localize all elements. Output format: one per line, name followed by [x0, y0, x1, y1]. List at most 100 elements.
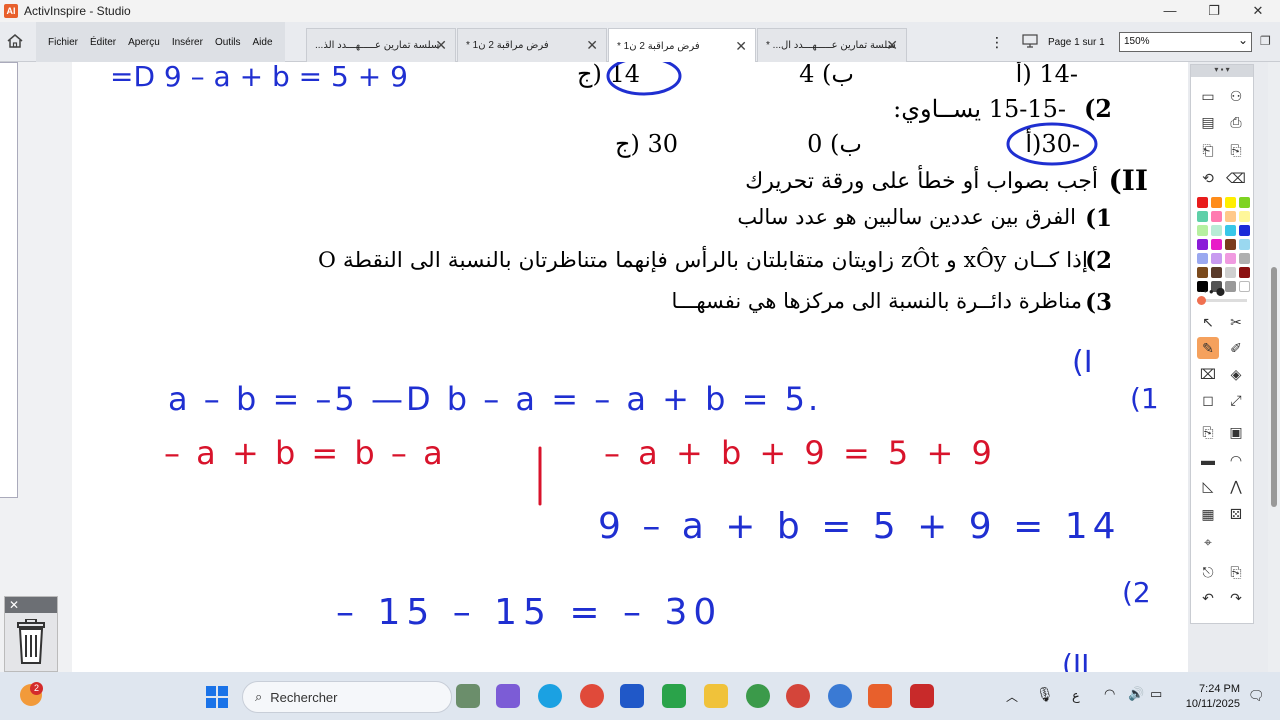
- store-icon[interactable]: [620, 684, 644, 708]
- scroll-thumb[interactable]: [1271, 267, 1277, 507]
- chrome-profile-icon[interactable]: [786, 684, 810, 708]
- edge-icon[interactable]: [538, 684, 562, 708]
- document-tab[interactable]: * ...سلسة تمارين عـــــهـــدد ال ✕: [757, 28, 907, 62]
- main-menu-icon[interactable]: ▭: [1197, 85, 1219, 107]
- camera-icon[interactable]: ⎙: [1225, 111, 1247, 133]
- color-swatch[interactable]: [1225, 267, 1236, 278]
- color-swatch[interactable]: [1211, 225, 1222, 236]
- page-edit-icon[interactable]: ⎘: [1225, 561, 1247, 583]
- battery-icon[interactable]: ▭: [1150, 686, 1162, 702]
- shape-icon[interactable]: ◻: [1197, 389, 1219, 411]
- close-button[interactable]: ✕: [1236, 0, 1280, 22]
- chrome-icon[interactable]: [580, 684, 604, 708]
- more-options-icon[interactable]: ⋮: [990, 34, 1004, 51]
- color-swatch[interactable]: [1197, 197, 1208, 208]
- user-icon[interactable]: ⚇: [1225, 85, 1247, 107]
- zoom-select[interactable]: 150% ⌄: [1119, 32, 1252, 52]
- dice-icon[interactable]: ⚄: [1225, 503, 1247, 525]
- notifications-icon[interactable]: 🗨: [1248, 688, 1265, 704]
- color-swatch[interactable]: [1197, 267, 1208, 278]
- taskview-icon[interactable]: [456, 684, 480, 708]
- tab-close-icon[interactable]: ✕: [586, 37, 598, 54]
- color-swatch[interactable]: [1211, 239, 1222, 250]
- image-icon[interactable]: ▣: [1225, 421, 1247, 443]
- document-tab[interactable]: ...سلسة تمارين عـــــهـــدد الذ ✕: [306, 28, 456, 62]
- pages-icon[interactable]: ⎘: [1197, 421, 1219, 443]
- color-swatch[interactable]: [1239, 225, 1250, 236]
- eraser-icon[interactable]: ⌧: [1197, 363, 1219, 385]
- color-swatch[interactable]: [1239, 281, 1250, 292]
- color-swatch[interactable]: [1239, 197, 1250, 208]
- window-restore-icon[interactable]: ❐: [1260, 34, 1271, 48]
- page-prev-icon[interactable]: ⎗: [1197, 139, 1219, 161]
- color-swatch[interactable]: [1239, 253, 1250, 264]
- volume-icon[interactable]: 🔊: [1128, 686, 1144, 702]
- compass-icon[interactable]: ⋀: [1225, 475, 1247, 497]
- connector-icon[interactable]: ⤢: [1225, 389, 1247, 411]
- page-reset-icon[interactable]: ⎋: [1197, 561, 1219, 583]
- page-browser-icon[interactable]: [1022, 33, 1038, 51]
- color-swatch[interactable]: [1225, 225, 1236, 236]
- folder-icon[interactable]: [704, 684, 728, 708]
- windows-start-icon[interactable]: [206, 686, 228, 708]
- highlighter-icon[interactable]: ✐: [1225, 337, 1247, 359]
- tab-close-icon[interactable]: ✕: [435, 37, 447, 54]
- reset-page-icon[interactable]: ⟲: [1197, 167, 1219, 189]
- color-swatch[interactable]: [1225, 211, 1236, 222]
- ruler-icon[interactable]: ▬: [1197, 449, 1219, 471]
- undo-icon[interactable]: ↶: [1197, 587, 1219, 609]
- wifi-icon[interactable]: ◠: [1104, 686, 1115, 702]
- flipchart-canvas[interactable]: =D 9 – a + b = 5 + 9 14 (ج ب) 4 -14 (أ 2…: [72, 62, 1188, 672]
- color-swatch[interactable]: [1211, 267, 1222, 278]
- color-swatch[interactable]: [1225, 253, 1236, 264]
- chrome-profile-icon[interactable]: [746, 684, 770, 708]
- home-icon[interactable]: [4, 30, 26, 52]
- color-swatch[interactable]: [1225, 281, 1236, 292]
- activinspire-taskbar-icon[interactable]: [868, 684, 892, 708]
- menu-fichier[interactable]: Fichier: [48, 37, 78, 48]
- menu-apercu[interactable]: Aperçu: [128, 37, 160, 48]
- menu-inserer[interactable]: Insérer: [172, 37, 203, 48]
- color-swatch[interactable]: [1239, 211, 1250, 222]
- color-swatch[interactable]: [1239, 239, 1250, 250]
- chevron-up-icon[interactable]: ︿: [1006, 688, 1018, 705]
- color-swatch[interactable]: [1197, 253, 1208, 264]
- tools-icon[interactable]: ✂: [1225, 311, 1247, 333]
- trash-panel[interactable]: ✕: [4, 596, 58, 672]
- language-indicator[interactable]: ع: [1072, 688, 1080, 704]
- width-slider[interactable]: [1197, 296, 1247, 305]
- tab-close-icon[interactable]: ✕: [886, 37, 898, 54]
- spotlight-icon[interactable]: ⌖: [1197, 531, 1219, 553]
- taskbar-search[interactable]: ⌕ Rechercher: [242, 681, 452, 713]
- toolbox-header[interactable]: ▾ ▪ ▾: [1191, 65, 1253, 77]
- color-swatch[interactable]: [1239, 267, 1250, 278]
- color-swatch[interactable]: [1211, 253, 1222, 264]
- fill-icon[interactable]: ◈: [1225, 363, 1247, 385]
- vertical-scrollbar[interactable]: [1268, 62, 1280, 672]
- minimize-button[interactable]: —: [1148, 0, 1192, 22]
- color-swatch[interactable]: [1197, 225, 1208, 236]
- page-next-icon[interactable]: ⎘: [1225, 139, 1247, 161]
- close-icon[interactable]: ✕: [5, 597, 57, 613]
- microphone-icon[interactable]: 🎙: [1036, 686, 1054, 703]
- side-panel-collapsed[interactable]: [0, 62, 18, 498]
- color-swatch[interactable]: [1197, 239, 1208, 250]
- color-swatch[interactable]: [1211, 197, 1222, 208]
- color-swatch[interactable]: [1225, 239, 1236, 250]
- chrome-profile-icon[interactable]: [828, 684, 852, 708]
- select-icon[interactable]: ↖: [1197, 311, 1219, 333]
- pen-icon[interactable]: ✎: [1197, 337, 1219, 359]
- calculator-icon[interactable]: ▦: [1197, 503, 1219, 525]
- clear-icon[interactable]: ⌫: [1225, 167, 1247, 189]
- document-tab[interactable]: * فرض مراقبة 2 ن1 ✕: [457, 28, 607, 62]
- menu-outils[interactable]: Outils: [215, 37, 241, 48]
- redo-icon[interactable]: ↷: [1225, 587, 1247, 609]
- menu-editer[interactable]: Éditer: [90, 37, 116, 48]
- color-swatch[interactable]: [1197, 211, 1208, 222]
- trash-icon[interactable]: [5, 619, 57, 665]
- document-tab-active[interactable]: * فرض مراقبة 2 ن1 ✕: [608, 28, 756, 63]
- browser-icon[interactable]: ▤: [1197, 111, 1219, 133]
- menu-aide[interactable]: Aide: [253, 37, 273, 48]
- maximize-button[interactable]: ❐: [1192, 0, 1236, 22]
- color-swatch[interactable]: [1211, 211, 1222, 222]
